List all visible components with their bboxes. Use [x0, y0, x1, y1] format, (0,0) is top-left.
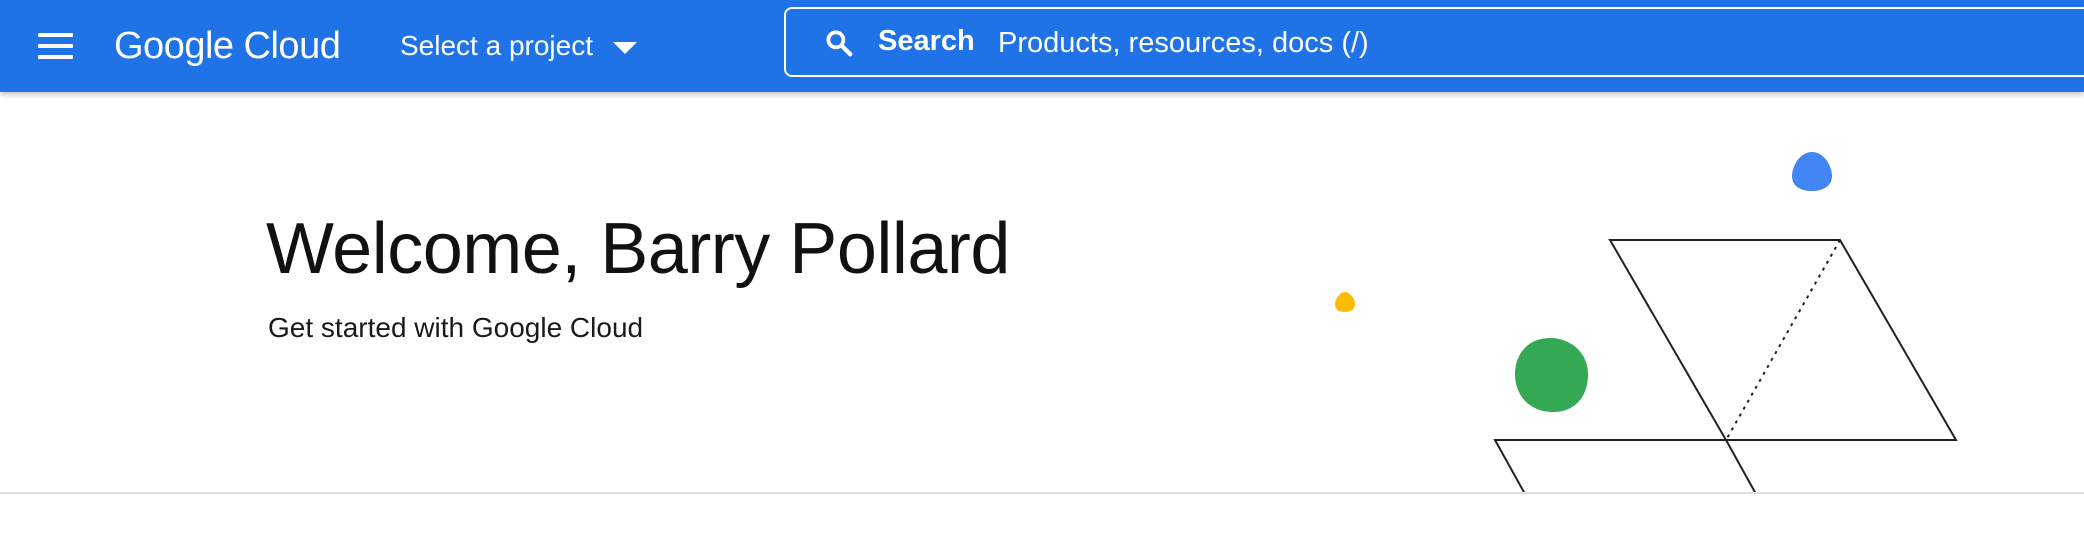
main-menu-button[interactable] — [28, 22, 82, 70]
welcome-subtitle: Get started with Google Cloud — [268, 312, 644, 343]
search-label: Search — [878, 25, 975, 57]
lower-outline-shape — [1493, 439, 1726, 494]
google-cloud-logo[interactable]: Google Cloud — [114, 18, 341, 74]
welcome-title: Welcome, Barry Pollard — [266, 209, 1010, 289]
outline-parallelogram-shape — [1608, 239, 1958, 441]
blue-blob-shape — [1792, 152, 1832, 191]
yellow-blob-shape — [1335, 292, 1355, 312]
green-blob-shape — [1515, 338, 1588, 412]
caret-down-icon — [613, 42, 637, 54]
search-input[interactable] — [996, 18, 1900, 68]
hamburger-menu-icon-line — [38, 55, 73, 59]
hamburger-menu-icon — [38, 33, 73, 37]
hamburger-menu-icon-line — [38, 44, 73, 48]
search-icon — [826, 30, 853, 57]
top-app-bar: Google Cloud Select a project Search — [0, 0, 2084, 92]
project-selector-button[interactable]: Select a project — [390, 22, 647, 70]
lower-outline-edge — [1725, 439, 1757, 494]
project-selector-label: Select a project — [400, 30, 593, 61]
logo-cloud-text: Cloud — [243, 24, 341, 67]
section-divider — [0, 492, 2084, 494]
dotted-diagonal-line — [1725, 239, 1841, 441]
search-bar[interactable]: Search — [784, 7, 2084, 77]
logo-google-text: Google — [114, 24, 234, 67]
